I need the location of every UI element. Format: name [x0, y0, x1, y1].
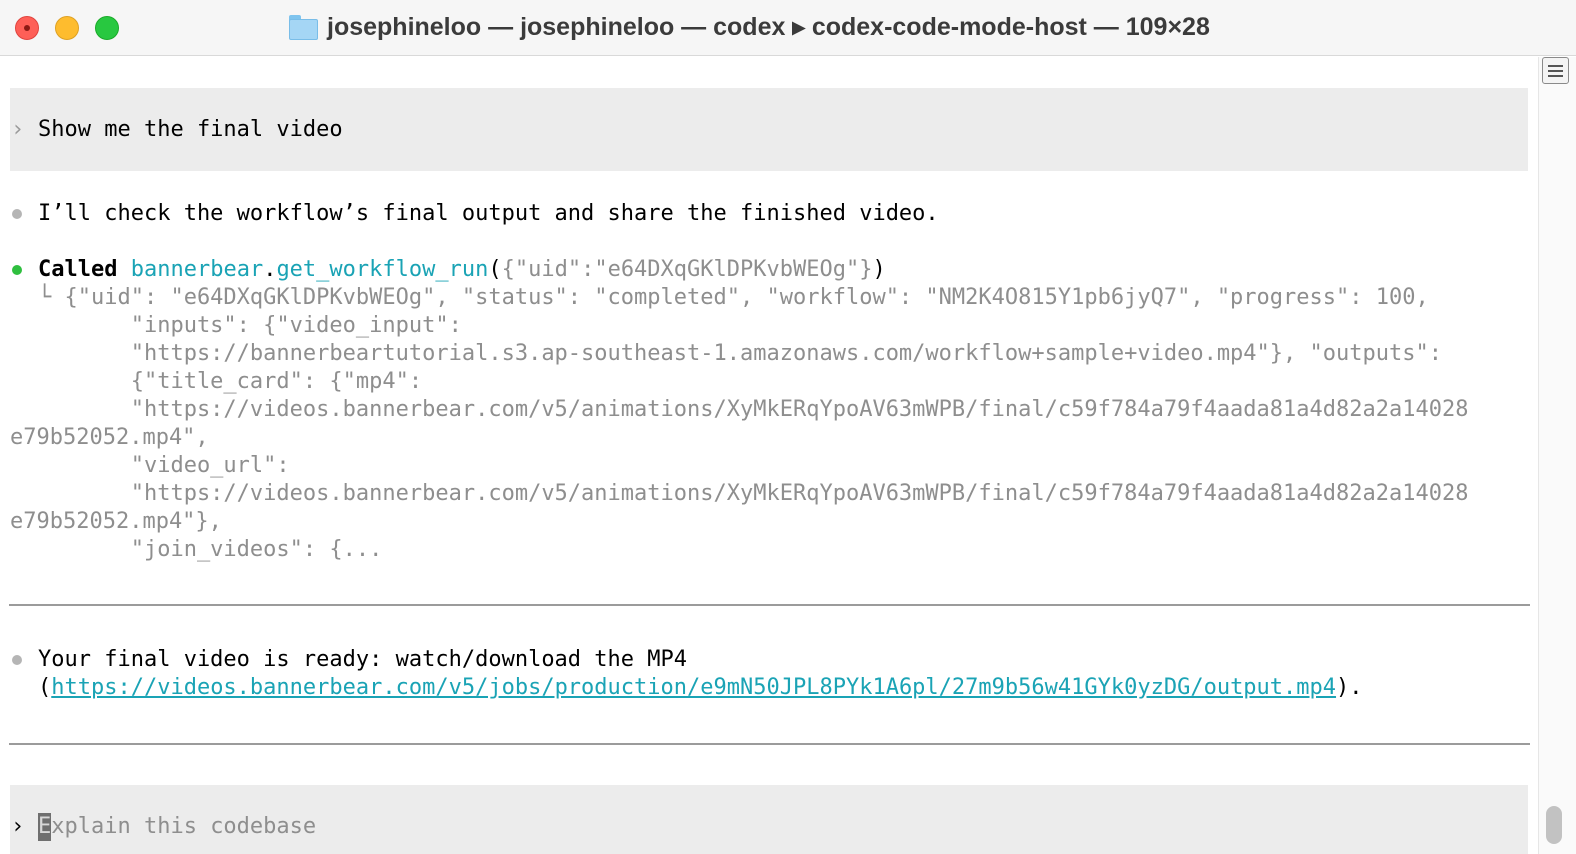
tool-call-bullet — [12, 265, 22, 275]
tool-result-line: "https://videos.bannerbear.com/v5/animat… — [38, 481, 1469, 506]
tool-namespace: bannerbear — [130, 257, 264, 282]
tool-result-line: e79b52052.mp4"}, — [10, 509, 222, 534]
window-title-text: josephineloo — josephineloo — codex ▸ co… — [327, 13, 1210, 41]
tool-close-paren: ) — [872, 257, 886, 282]
link-open-paren: ( — [38, 675, 52, 700]
user-prompt-text: Show me the final video — [38, 117, 343, 142]
message-bullet — [12, 655, 22, 665]
tool-result-line: └ {"uid": "e64DXqGKlDPKvbWEOg", "status"… — [38, 285, 1429, 310]
prompt-marker: › — [11, 117, 25, 142]
minimize-icon[interactable] — [55, 16, 79, 40]
scrollbar-thumb[interactable] — [1546, 806, 1562, 844]
message-bullet — [12, 209, 22, 219]
split-view-icon[interactable] — [1542, 57, 1569, 84]
tool-result-line: e79b52052.mp4", — [10, 425, 209, 450]
zoom-icon[interactable] — [95, 16, 119, 40]
window-title: josephineloo — josephineloo — codex ▸ co… — [288, 11, 1210, 43]
close-icon[interactable] — [15, 16, 39, 40]
composer-placeholder: xplain this codebase — [51, 814, 317, 839]
final-message-text: Your final video is ready: watch/downloa… — [38, 647, 688, 672]
tool-result-line: "https://bannerbeartutorial.s3.ap-southe… — [38, 341, 1442, 366]
tool-method: get_workflow_run — [276, 257, 489, 282]
terminal-content[interactable]: › Show me the final video I’ll check the… — [0, 57, 1538, 854]
tool-call-status: Called — [38, 257, 118, 282]
video-output-link[interactable]: https://videos.bannerbear.com/v5/jobs/pr… — [51, 675, 1336, 700]
tool-result-line: "video_url": — [38, 453, 290, 478]
tool-open-paren: ( — [488, 257, 502, 282]
tool-args: {"uid":"e64DXqGKlDPKvbWEOg"} — [501, 257, 873, 282]
link-close-paren: ). — [1336, 675, 1363, 700]
folder-icon — [288, 14, 319, 40]
tool-result-line: "join_videos": {... — [38, 537, 383, 562]
tool-dot: . — [263, 257, 277, 282]
tool-result-line: "https://videos.bannerbear.com/v5/animat… — [38, 397, 1469, 422]
title-bar: josephineloo — josephineloo — codex ▸ co… — [0, 0, 1576, 56]
composer-input[interactable]: Explain this codebase — [38, 813, 316, 841]
separator-rule — [9, 743, 1530, 745]
tool-call-line: Called bannerbear.get_workflow_run({"uid… — [38, 256, 886, 284]
scrollbar-track[interactable] — [1538, 57, 1576, 854]
tool-result-line: "inputs": {"video_input": — [38, 313, 462, 338]
terminal-window: josephineloo — josephineloo — codex ▸ co… — [0, 0, 1576, 854]
assistant-intro-text: I’ll check the workflow’s final output a… — [38, 201, 939, 226]
separator-rule — [9, 604, 1530, 606]
tool-result-line: {"title_card": {"mp4": — [38, 369, 423, 394]
composer-prompt-marker: › — [11, 814, 25, 839]
text-cursor: E — [38, 813, 52, 841]
final-message-link-line: (https://videos.bannerbear.com/v5/jobs/p… — [38, 674, 1363, 702]
